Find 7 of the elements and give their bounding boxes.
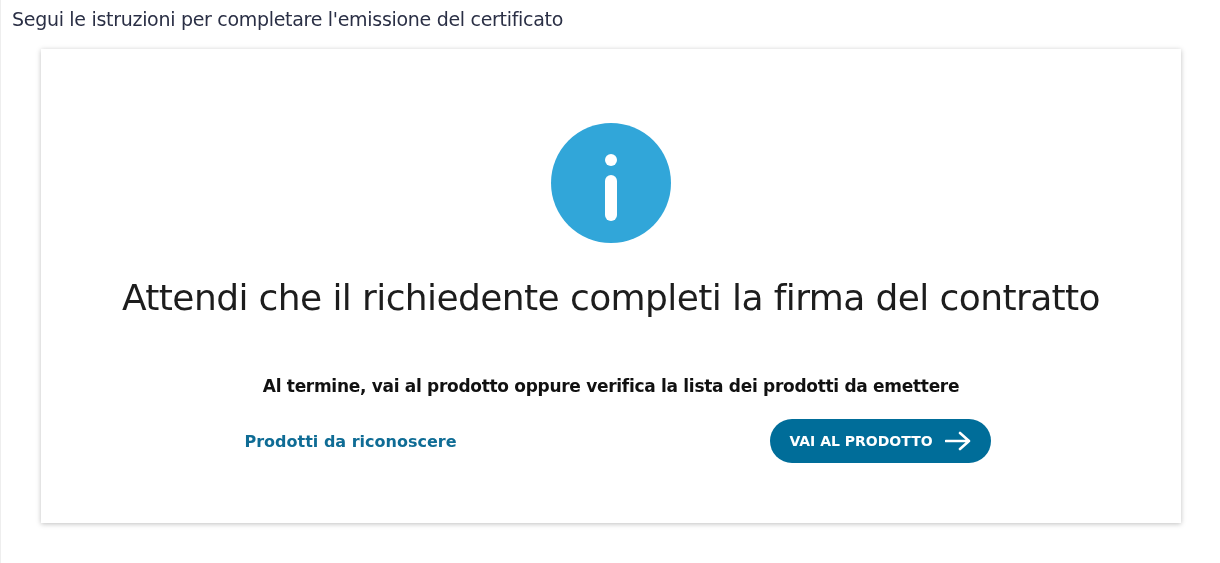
products-link[interactable]: Prodotti da riconoscere [244, 431, 457, 451]
arrow-right-icon [944, 431, 971, 451]
instructions-text: Segui le istruzioni per completare l'emissione del certificato [12, 8, 565, 30]
go-to-product-button[interactable]: VAI AL PRODOTTO [769, 419, 991, 463]
card-subtitle: Al termine, vai al prodotto oppure verifica la lista dei prodotti da emettere [262, 376, 960, 396]
card-title: Attendi che il richiedente completi la firma del contratto [121, 277, 1101, 318]
info-icon [551, 123, 671, 243]
